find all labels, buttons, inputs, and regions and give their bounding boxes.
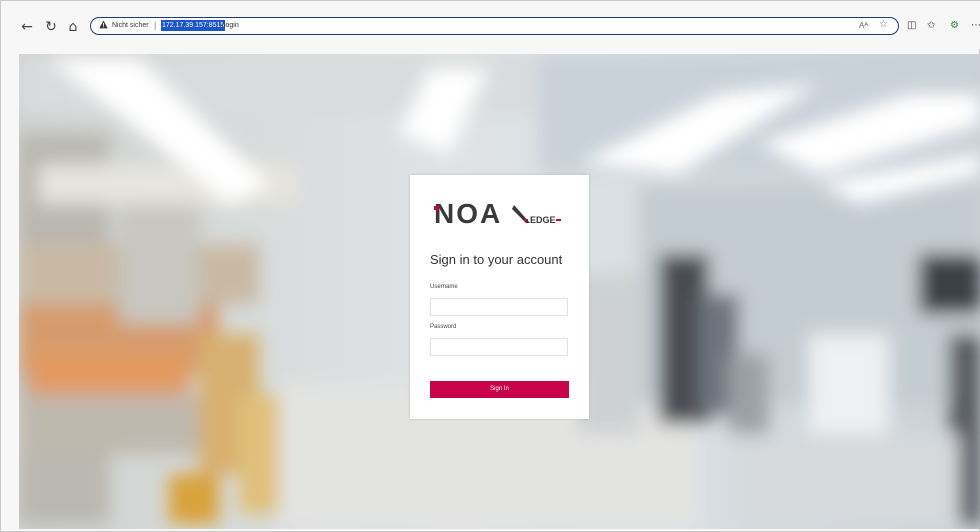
favorite-star-icon[interactable]: ☆ (879, 19, 888, 30)
sign-in-button[interactable]: Sign In (430, 381, 569, 398)
back-icon[interactable]: ← (18, 18, 36, 36)
browser-toolbar: ← ↻ ⌂ Nicht sicher | 172.17.39.157:8515 … (1, 1, 980, 49)
noa-edge-logo: NOA EDGE (434, 198, 561, 229)
username-input[interactable] (430, 298, 568, 316)
browser-window: ← ↻ ⌂ Nicht sicher | 172.17.39.157:8515 … (0, 0, 980, 532)
split-screen-icon[interactable]: ◫ (907, 18, 916, 34)
more-icon[interactable]: ⋯ (971, 18, 980, 34)
url-host-selected[interactable]: 172.17.39.157:8515 (161, 20, 226, 31)
address-bar[interactable]: Nicht sicher | 172.17.39.157:8515 /login… (90, 17, 899, 35)
password-input[interactable] (430, 338, 568, 356)
home-icon[interactable]: ⌂ (64, 18, 82, 36)
address-separator: | (154, 20, 157, 30)
username-label: Username (430, 284, 458, 290)
refresh-icon[interactable]: ↻ (42, 18, 60, 36)
svg-text:EDGE: EDGE (530, 215, 556, 225)
page-title: Sign in to your account (430, 252, 563, 267)
password-label: Password (430, 324, 457, 330)
login-card: NOA EDGE Sign in to your account Usernam… (410, 175, 589, 419)
favorites-icon[interactable]: ✩ (927, 18, 935, 34)
security-status[interactable]: Nicht sicher (112, 22, 149, 29)
read-aloud-icon[interactable]: Aᴬ (859, 21, 868, 30)
warning-icon (99, 20, 108, 29)
url-path[interactable]: /login (222, 22, 239, 29)
extension-icon[interactable]: ⚙ (950, 18, 959, 34)
page-content: NOA EDGE Sign in to your account Usernam… (19, 54, 980, 529)
svg-text:NOA: NOA (434, 198, 502, 229)
